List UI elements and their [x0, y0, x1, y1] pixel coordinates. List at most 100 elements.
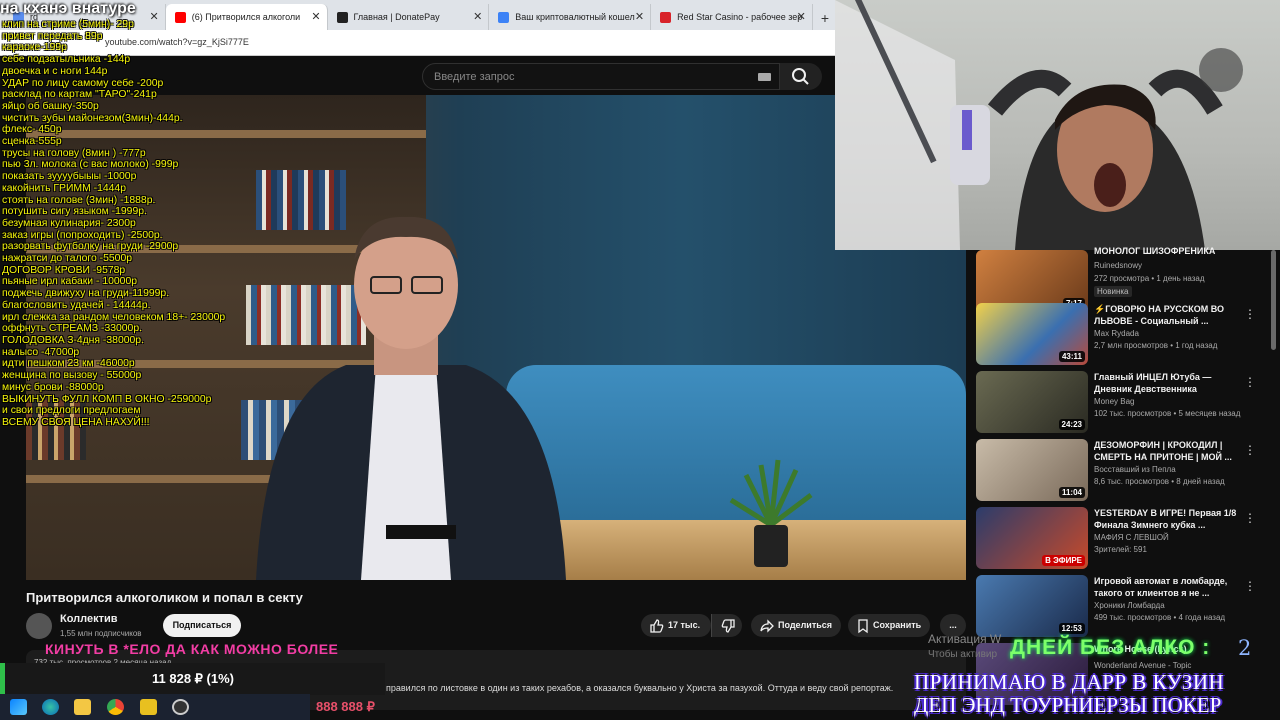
tab-close-icon[interactable]: ✕	[797, 10, 806, 23]
related-meta: 102 тыс. просмотров • 5 месяцев назад	[1094, 409, 1241, 418]
related-title[interactable]: Главный ИНЦЕЛ Ютуба — Дневник Девственни…	[1094, 371, 1244, 395]
share-label: Поделиться	[778, 620, 833, 630]
search-icon	[792, 68, 809, 85]
video-title: Притворился алкоголиком и попал в секту	[26, 590, 303, 605]
price-list-item: ВЫКИНУТЬ ФУЛЛ КОМП В ОКНО -259000р	[2, 393, 212, 405]
webcam-scene	[835, 0, 1243, 250]
browser-tab-crypto[interactable]: Ваш криптовалютный кошел ✕	[489, 4, 652, 30]
folder-icon[interactable]	[74, 699, 91, 715]
more-vert-icon[interactable]: ⋮	[1244, 511, 1256, 525]
related-title[interactable]: ДЕЗОМОРФИН | КРОКОДИЛ | СМЕРТЬ НА ПРИТОН…	[1094, 439, 1244, 463]
donation-price-list: клип на стриме (5мин)- 29р привет передат…	[2, 19, 242, 429]
channel-subscribers: 1,55 млн подписчиков	[60, 629, 142, 638]
like-button[interactable]: 17 тыс.	[641, 614, 711, 637]
video-thumbnail[interactable]: 11:04	[976, 439, 1088, 501]
price-list-item: идти пешком 23 км -46000р	[2, 358, 135, 370]
price-list-item: пьяные ирл кабаки - 10000р	[2, 276, 138, 288]
related-channel[interactable]: Money Bag	[1094, 397, 1134, 406]
price-list-item: яйцо об башку-350р	[2, 100, 99, 112]
price-list-item: сценка-555р	[2, 136, 62, 148]
days-sober-label: ДНЕЙ БЕЗ АЛКО :	[1010, 636, 1211, 659]
video-thumbnail[interactable]: 43:11	[976, 303, 1088, 365]
windows-start-icon[interactable]	[10, 699, 27, 715]
price-list-item: заказ игры (попроходить) -2500р.	[2, 229, 163, 241]
new-tab-button[interactable]: +	[813, 10, 835, 30]
price-list-item: налысо -47000р	[2, 346, 80, 358]
tab-label: Red Star Casino - рабочее зер	[677, 12, 803, 22]
video-thumbnail[interactable]: В ЭФИРЕ	[976, 507, 1088, 569]
more-vert-icon[interactable]: ⋮	[1244, 375, 1256, 389]
obs-icon[interactable]	[172, 699, 189, 715]
subscribe-button[interactable]: Подписаться	[163, 614, 241, 637]
plant	[729, 459, 813, 567]
thumbs-up-icon	[650, 619, 664, 633]
related-video-4[interactable]: В ЭФИРЕ YESTERDAY В ИГРЕ! Первая 1/8 Фин…	[976, 507, 1276, 571]
browser-tab-donatepay[interactable]: Главная | DonatePay ✕	[328, 4, 490, 30]
keyboard-icon[interactable]	[758, 73, 771, 81]
related-meta: 272 просмотра • 1 день назад	[1094, 274, 1205, 283]
related-title[interactable]: YESTERDAY В ИГРЕ! Первая 1/8 Финала Зимн…	[1094, 507, 1244, 531]
share-icon	[760, 619, 774, 633]
live-badge: В ЭФИРЕ	[1042, 555, 1085, 566]
price-list-item: клип на стриме (5мин)- 29р	[2, 19, 134, 30]
related-video-3[interactable]: 11:04 ДЕЗОМОРФИН | КРОКОДИЛ | СМЕРТЬ НА …	[976, 439, 1276, 503]
channel-name[interactable]: Коллектив	[60, 613, 118, 625]
casino-favicon	[660, 12, 672, 23]
video-thumbnail[interactable]: 12:53	[976, 575, 1088, 637]
related-video-5[interactable]: 12:53 Игровой автомат в ломбарде, такого…	[976, 575, 1276, 639]
price-list-item: нажратси до талого -5500р	[2, 253, 133, 265]
donate-call-text: КИНУТЬ В *ЕЛО ДА КАК МОЖНО БОЛЕЕ	[45, 641, 339, 657]
related-video-2[interactable]: 24:23 Главный ИНЦЕЛ Ютуба — Дневник Девс…	[976, 371, 1276, 435]
more-vert-icon[interactable]: ⋮	[1244, 579, 1256, 593]
new-badge: Новинка	[1094, 286, 1132, 297]
more-vert-icon[interactable]: ⋮	[1244, 443, 1256, 457]
search-input[interactable]: Введите запрос	[422, 63, 780, 90]
related-channel[interactable]: Max Rydada	[1094, 329, 1139, 338]
price-list-item: безумная кулинария- 2300р	[2, 217, 136, 229]
tab-close-icon[interactable]: ✕	[473, 10, 482, 23]
related-scrollbar[interactable]	[1271, 250, 1276, 350]
edge-icon[interactable]	[42, 699, 59, 715]
related-channel[interactable]: Wonderland Avenue - Topic	[1094, 661, 1191, 670]
price-list-item: минус брови -88000р	[2, 381, 104, 393]
related-channel[interactable]: МАФИЯ С ЛЕВШОЙ	[1094, 533, 1169, 542]
price-list-item: и свои предлоги предлогаем	[2, 405, 141, 417]
duration-badge: 24:23	[1058, 419, 1085, 430]
search-button[interactable]	[780, 63, 822, 90]
browser-tab-casino[interactable]: Red Star Casino - рабочее зер ✕	[651, 4, 813, 30]
related-meta: 8,6 тыс. просмотров • 8 дней назад	[1094, 477, 1225, 486]
related-video-1[interactable]: 43:11 ⚡ГОВОРЮ НА РУССКОМ ВО ЛЬВОВЕ - Соц…	[976, 303, 1276, 367]
price-list-item: оффнуть СТРЕАМЗ -33000р.	[2, 323, 143, 335]
tab-label: Ваш криптовалютный кошел	[515, 12, 635, 22]
price-list-item: женщина по вызову - 55000р	[2, 370, 142, 382]
chrome-icon[interactable]	[107, 699, 124, 715]
dislike-button[interactable]	[711, 614, 742, 637]
share-button[interactable]: Поделиться	[751, 614, 841, 637]
price-list-item: поджечь движуху на груди-11999р.	[2, 288, 170, 300]
duration-badge: 43:11	[1058, 351, 1085, 362]
more-vert-icon[interactable]: ⋮	[1244, 307, 1256, 321]
video-thumbnail[interactable]: 24:23	[976, 371, 1088, 433]
price-list-item: чистить зубы майонезом(3мин)-444р.	[2, 112, 183, 124]
price-list-item: расклад по картам "ТАРО"-241р	[2, 89, 157, 101]
save-button[interactable]: Сохранить	[848, 614, 930, 637]
price-list-item: ГОЛОДОВКА 3-4дня -38000р.	[2, 334, 144, 346]
screen: rd ✕ (6) Притворился алкоголи ✕ Главная | …	[0, 0, 1280, 720]
related-title[interactable]: МОНОЛОГ ШИЗОФРЕНИКА	[1094, 245, 1244, 257]
related-meta: 2,7 млн просмотров • 1 год назад	[1094, 341, 1218, 350]
related-channel[interactable]: Ruinedsnowy	[1094, 261, 1142, 270]
overlay-title: на кханэ внатуре	[0, 0, 136, 17]
app-icon[interactable]	[140, 699, 157, 715]
related-channel[interactable]: Хроники Ломбарда	[1094, 601, 1165, 610]
related-channel[interactable]: Восставший из Пепла	[1094, 465, 1176, 474]
price-list-item: себе подзатыльника -144р	[2, 54, 131, 66]
price-list-item: показать зуууубыыы -1000р	[2, 171, 137, 183]
channel-avatar[interactable]	[26, 613, 52, 639]
price-list-item: разорвать футболку на груди -2900р	[2, 241, 179, 253]
price-list-item: потушить сигу языком -1999р.	[2, 206, 147, 218]
related-title[interactable]: Игровой автомат в ломбарде, такого от кл…	[1094, 575, 1244, 599]
tab-close-icon[interactable]: ✕	[311, 10, 320, 23]
tab-close-icon[interactable]: ✕	[635, 10, 644, 23]
price-list-item: благословить удачей - 14444р.	[2, 299, 151, 311]
related-title[interactable]: ⚡ГОВОРЮ НА РУССКОМ ВО ЛЬВОВЕ - Социальны…	[1094, 303, 1244, 327]
